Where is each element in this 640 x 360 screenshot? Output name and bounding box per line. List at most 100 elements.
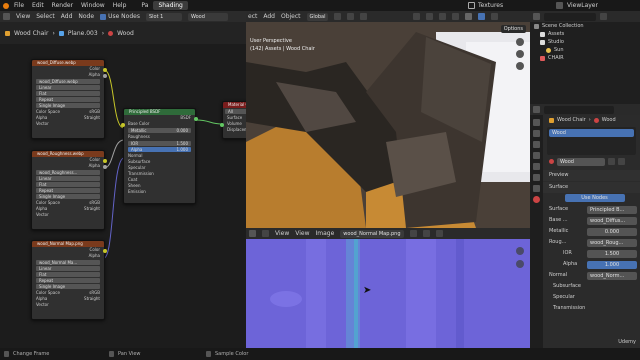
zoom-icon[interactable] <box>516 38 524 46</box>
editor-type-icon[interactable] <box>3 13 10 20</box>
object-tab-icon[interactable] <box>533 174 540 181</box>
hand-icon[interactable] <box>516 260 524 268</box>
menu-edit[interactable]: Edit <box>32 2 44 9</box>
extension-field[interactable]: Repeat <box>36 188 100 193</box>
editor-type-icon[interactable] <box>533 13 540 20</box>
shield-icon[interactable] <box>409 230 417 237</box>
filter-icon[interactable] <box>600 13 607 20</box>
prop-slot-name[interactable]: Wood <box>602 115 616 126</box>
xray-icon[interactable] <box>452 13 460 20</box>
world-tab-icon[interactable] <box>533 163 540 170</box>
ie-view2-menu[interactable]: View <box>295 230 309 237</box>
alpha-value[interactable]: Straight <box>84 206 100 212</box>
tab-partial[interactable]: Pa <box>136 1 153 10</box>
breadcrumb-mesh[interactable]: Plane.003 <box>68 30 98 37</box>
snap-icon[interactable] <box>347 13 355 20</box>
base-color-socket[interactable] <box>121 123 125 127</box>
menu-window[interactable]: Window <box>81 2 105 9</box>
breadcrumb-object[interactable]: Wood Chair <box>14 30 48 37</box>
proportional-icon[interactable] <box>360 13 368 20</box>
menu-render[interactable]: Render <box>52 2 73 9</box>
options-button[interactable]: Options <box>500 25 526 33</box>
surface-socket[interactable] <box>220 123 224 127</box>
interp-field[interactable]: Linear <box>36 266 100 271</box>
copy-icon[interactable] <box>618 158 625 165</box>
emission-panel[interactable]: Emission <box>124 189 195 195</box>
extension-field[interactable]: Repeat <box>36 97 100 102</box>
ie-view-menu[interactable]: View <box>275 230 289 237</box>
breadcrumb-material[interactable]: Wood <box>117 30 134 37</box>
source-field[interactable]: Single Image <box>36 194 100 199</box>
node-canvas[interactable]: wood_Diffuse.webp Color Alpha wood_Diffu… <box>0 44 252 348</box>
render-shading-icon[interactable] <box>491 13 499 20</box>
color-socket[interactable] <box>103 249 107 253</box>
projection-field[interactable]: Flat <box>36 272 100 277</box>
source-field[interactable]: Single Image <box>36 284 100 289</box>
color-socket[interactable] <box>103 159 107 163</box>
metallic-slider[interactable]: Metallic 0.000 <box>128 128 191 133</box>
alpha-slider[interactable]: Alpha 1.000 <box>128 147 191 152</box>
visibility-icon[interactable] <box>413 13 421 20</box>
material-slot-list[interactable]: Wood <box>547 127 636 155</box>
material-slot-item[interactable]: Wood <box>549 129 634 137</box>
3d-viewport[interactable]: User Perspective (142) Assets | Wood Cha… <box>246 22 530 228</box>
output-tab-icon[interactable] <box>533 141 540 148</box>
material-select[interactable]: Wood <box>187 12 228 21</box>
image-texture-node-normal[interactable]: wood_Normal Map.png Color Alpha wood_Nor… <box>31 240 107 320</box>
folder-icon[interactable] <box>422 230 430 237</box>
image-texture-node-roughness[interactable]: wood_Roughness.webp Color Alpha wood_Rou… <box>31 150 107 230</box>
projection-field[interactable]: Flat <box>36 182 100 187</box>
outliner-search[interactable] <box>544 12 596 21</box>
vp-object-menu[interactable]: Object <box>281 13 301 20</box>
camera-icon[interactable] <box>516 62 524 70</box>
ne-node-menu[interactable]: Node <box>78 13 94 20</box>
properties-search[interactable] <box>544 105 614 114</box>
metallic-value[interactable]: 0.000 <box>587 227 637 236</box>
outliner-item-sun[interactable]: Sun <box>530 46 640 54</box>
outliner-item-chair[interactable]: CHAIR <box>530 54 640 62</box>
overlay-icon[interactable] <box>439 13 447 20</box>
ior-value[interactable]: 1.500 <box>587 249 637 258</box>
image-field[interactable]: wood_Roughness... <box>36 170 100 175</box>
alpha-value[interactable]: 1.000 <box>587 260 637 269</box>
vp-select-menu[interactable]: ect <box>248 13 257 20</box>
alpha-value[interactable]: Straight <box>84 296 100 302</box>
pivot-icon[interactable] <box>334 13 342 20</box>
modifier-tab-icon[interactable] <box>533 185 540 192</box>
outliner-item-studio[interactable]: Studio <box>530 38 640 46</box>
outliner-item-assets[interactable]: Assets <box>530 30 640 38</box>
ne-add-menu[interactable]: Add <box>61 13 73 20</box>
slot-select[interactable]: Slot 1 <box>145 12 182 21</box>
ne-view-menu[interactable]: View <box>16 13 30 20</box>
alpha-socket[interactable] <box>103 165 107 169</box>
image-mode-icon[interactable] <box>262 230 269 237</box>
specular-panel[interactable]: Specular <box>543 292 640 303</box>
vp-add-menu[interactable]: Add <box>263 13 275 20</box>
interp-field[interactable]: Linear <box>36 176 100 181</box>
menu-file[interactable]: File <box>14 2 24 9</box>
surface-panel-header[interactable]: Surface <box>543 182 640 193</box>
image-canvas[interactable]: ➤ <box>246 239 530 348</box>
normal-value[interactable]: wood_Norm... <box>587 271 637 280</box>
ie-image-menu[interactable]: Image <box>316 230 335 237</box>
roughness-value[interactable]: wood_Roug... <box>587 238 637 247</box>
alpha-value[interactable]: Straight <box>84 115 100 121</box>
scene-label[interactable]: Textures <box>478 2 503 9</box>
transmission-panel[interactable]: Transmission <box>543 303 640 314</box>
material-shading-icon[interactable] <box>478 13 486 20</box>
bsdf-socket[interactable] <box>194 117 198 121</box>
ior-slider[interactable]: IOR 1.500 <box>128 141 191 146</box>
menu-help[interactable]: Help <box>113 2 127 9</box>
extension-field[interactable]: Repeat <box>36 278 100 283</box>
interp-field[interactable]: Linear <box>36 85 100 90</box>
projection-field[interactable]: Flat <box>36 91 100 96</box>
source-field[interactable]: Single Image <box>36 103 100 108</box>
tool-tab-icon[interactable] <box>533 119 540 126</box>
image-field[interactable]: wood_Normal Ma... <box>36 260 100 265</box>
base-color-value[interactable]: wood_Diffus... <box>587 216 637 225</box>
editor-type-icon[interactable] <box>249 230 256 237</box>
orientation-select[interactable]: Global <box>306 12 329 21</box>
use-nodes-button[interactable]: Use Nodes <box>564 193 625 202</box>
hand-icon[interactable] <box>516 50 524 58</box>
blender-logo-icon[interactable] <box>3 2 9 9</box>
